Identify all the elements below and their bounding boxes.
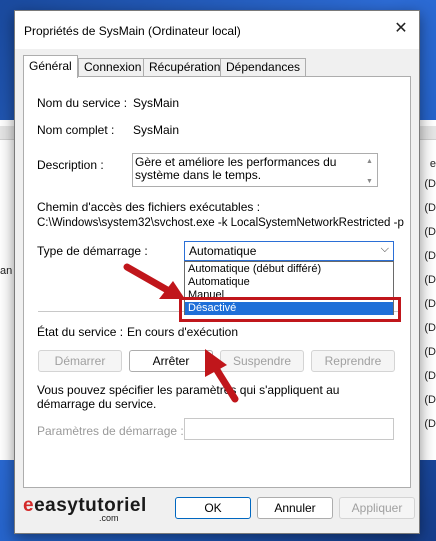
background-text: e	[429, 158, 436, 170]
description-value: Gère et améliore les performances du sys…	[135, 155, 337, 182]
resume-button[interactable]: Reprendre	[311, 350, 395, 372]
chevron-down-icon: ⌵	[380, 243, 389, 255]
startup-type-label: Type de démarrage :	[37, 244, 148, 258]
apply-button[interactable]: Appliquer	[339, 497, 415, 519]
annotation-highlight-box	[179, 297, 401, 322]
display-name-value: SysMain	[133, 123, 180, 137]
startup-type-select[interactable]: Automatique ⌵	[184, 241, 394, 261]
startup-type-value: Automatique	[189, 244, 257, 258]
option-automatic-delayed[interactable]: Automatique (début différé)	[185, 263, 393, 276]
cancel-button[interactable]: Annuler	[257, 497, 333, 519]
scroll-down-icon[interactable]: ▼	[366, 175, 373, 188]
background-text: (D	[424, 418, 436, 430]
background-text: (D	[424, 370, 436, 382]
annotation-arrow-icon	[123, 263, 185, 299]
display-name-label: Nom complet :	[37, 123, 115, 137]
background-text: (D	[424, 322, 436, 334]
tab-dependances[interactable]: Dépendances	[220, 58, 307, 77]
scroll-up-icon[interactable]: ▲	[366, 155, 373, 168]
service-properties-dialog: Propriétés de SysMain (Ordinateur local)…	[14, 10, 420, 534]
background-text: (D	[424, 298, 436, 310]
tab-connexion[interactable]: Connexion	[78, 58, 148, 77]
background-text: (D	[424, 394, 436, 406]
service-status-label: État du service :	[37, 325, 124, 339]
watermark-text: eeasytutoriel	[23, 495, 147, 516]
start-button[interactable]: Démarrer	[38, 350, 122, 372]
service-status-value: En cours d'exécution	[127, 325, 239, 339]
watermark-suffix: .com	[99, 513, 119, 523]
description-label: Description :	[37, 158, 104, 172]
general-panel: Nom du service : SysMain Nom complet : S…	[23, 76, 411, 488]
path-value: C:\Windows\system32\svchost.exe -k Local…	[37, 217, 404, 229]
service-name-value: SysMain	[133, 96, 180, 110]
background-text: (D	[424, 202, 436, 214]
ok-button[interactable]: OK	[175, 497, 251, 519]
background-column-text: e (D (D (D (D (D (D (D (D (D (D (D	[418, 150, 436, 450]
option-automatic[interactable]: Automatique	[185, 276, 393, 289]
background-text: (D	[424, 346, 436, 358]
annotation-arrow-icon	[205, 349, 239, 403]
path-label: Chemin d'accès des fichiers exécutables …	[37, 200, 261, 214]
background-text: (D	[424, 226, 436, 238]
watermark-logo: eeasytutoriel .com	[23, 495, 147, 523]
background-text: (D	[424, 178, 436, 190]
tab-general[interactable]: Général	[23, 55, 78, 78]
background-text: an	[0, 265, 13, 277]
close-icon[interactable]: ✕	[393, 21, 409, 37]
params-input[interactable]	[184, 418, 394, 440]
description-textbox[interactable]: Gère et améliore les performances du sys…	[132, 153, 378, 187]
background-text: (D	[424, 250, 436, 262]
title-bar: Propriétés de SysMain (Ordinateur local)…	[15, 11, 419, 49]
window-title: Propriétés de SysMain (Ordinateur local)	[24, 24, 241, 38]
description-scrollbar[interactable]: ▲ ▼	[364, 155, 376, 185]
service-name-label: Nom du service :	[37, 96, 128, 110]
background-text: (D	[424, 274, 436, 286]
tab-recuperation[interactable]: Récupération	[143, 58, 227, 77]
params-label: Paramètres de démarrage :	[37, 424, 184, 438]
